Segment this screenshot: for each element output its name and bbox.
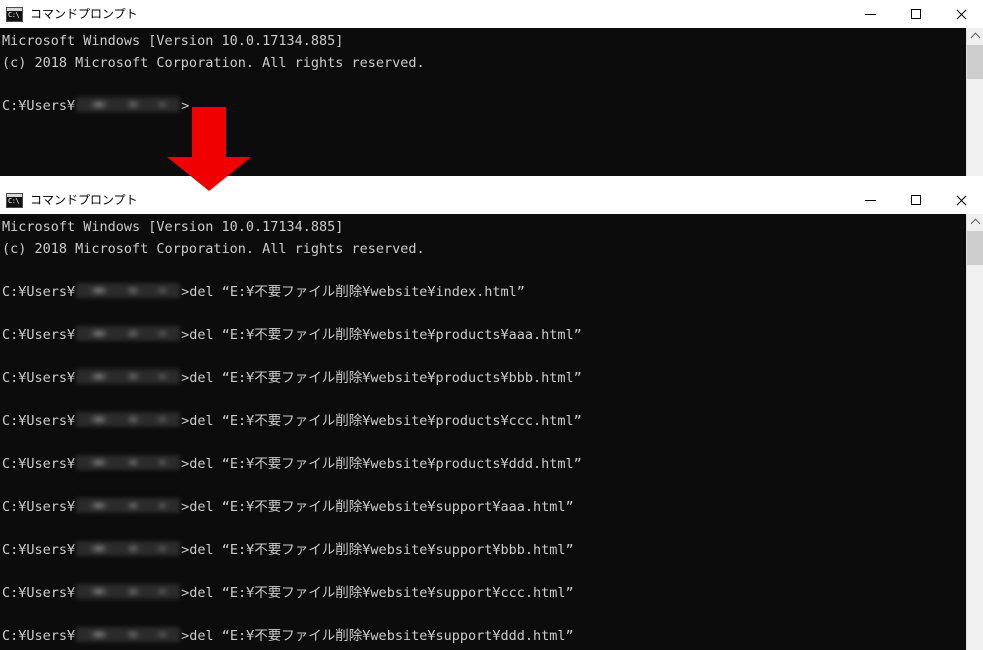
console-line: C:¥Users¥ >del “E:¥不要ファイル削除¥website¥produ… (2, 368, 965, 390)
maximize-button[interactable] (893, 0, 938, 28)
prompt-path: C:¥Users¥ (2, 369, 76, 386)
console-line: C:¥Users¥ >del “E:¥不要ファイル削除¥website¥suppo… (2, 583, 965, 605)
console-line: C:¥Users¥ >del “E:¥不要ファイル削除¥website¥suppo… (2, 626, 965, 648)
console-line: Microsoft Windows [Version 10.0.17134.88… (2, 219, 344, 235)
scrollbar-bottom[interactable] (966, 214, 983, 650)
prompt-path: C:¥Users¥ (2, 326, 76, 343)
redacted-username (76, 96, 181, 112)
console-command: >del “E:¥不要ファイル削除¥website¥support¥bbb.ht… (181, 541, 574, 558)
window-title: コマンドプロンプト (30, 193, 138, 207)
down-arrow-icon (167, 107, 251, 191)
console-command: >del “E:¥不要ファイル削除¥website¥index.html” (181, 283, 525, 300)
console-line: C:¥Users¥ >del “E:¥不要ファイル削除¥website¥suppo… (2, 497, 965, 519)
console-line: Microsoft Windows [Version 10.0.17134.88… (2, 33, 344, 49)
redacted-username (76, 325, 181, 341)
scrollbar-thumb[interactable] (967, 45, 983, 79)
window-title: コマンドプロンプト (30, 7, 138, 21)
close-button[interactable] (938, 186, 983, 214)
prompt-path: C:¥Users¥ (2, 627, 76, 644)
prompt-path: C:¥Users¥ (2, 97, 76, 114)
close-icon (954, 8, 967, 21)
minimize-button[interactable] (848, 186, 893, 214)
console-line: C:¥Users¥ >del “E:¥不要ファイル削除¥website¥produ… (2, 454, 965, 476)
console-area-bottom[interactable]: Microsoft Windows [Version 10.0.17134.88… (0, 214, 983, 650)
titlebar-left-top: C:\ コマンドプロンプト (0, 6, 138, 22)
console-line: (c) 2018 Microsoft Corporation. All righ… (2, 54, 425, 71)
prompt-path: C:¥Users¥ (2, 541, 76, 558)
close-button[interactable] (938, 0, 983, 28)
console-icon: C:\ (6, 192, 23, 208)
redacted-username (76, 368, 181, 384)
scrollbar-top[interactable] (966, 28, 983, 176)
chevron-up-icon (970, 32, 980, 43)
console-icon-label: C:\ (8, 196, 20, 205)
prompt-path: C:¥Users¥ (2, 412, 76, 429)
prompt-path: C:¥Users¥ (2, 455, 76, 472)
titlebar-bottom[interactable]: C:\ コマンドプロンプト (0, 186, 983, 214)
console-command: >del “E:¥不要ファイル削除¥website¥products¥ccc.h… (181, 412, 582, 429)
scroll-up-button[interactable] (967, 28, 983, 45)
scrollbar-thumb[interactable] (967, 231, 983, 265)
prompt-path: C:¥Users¥ (2, 283, 76, 300)
redacted-username (76, 583, 181, 599)
console-line: C:¥Users¥ >del “E:¥不要ファイル削除¥website¥suppo… (2, 540, 965, 562)
console-command: >del “E:¥不要ファイル削除¥website¥support¥ddd.ht… (181, 627, 574, 644)
console-command: >del “E:¥不要ファイル削除¥website¥products¥ddd.h… (181, 455, 582, 472)
console-area-top[interactable]: Microsoft Windows [Version 10.0.17134.88… (0, 28, 983, 176)
redacted-username (76, 454, 181, 470)
command-prompt-window-bottom: C:\ コマンドプロンプト Microsoft Windows [Version… (0, 186, 983, 650)
redacted-username (76, 626, 181, 642)
console-line: C:¥Users¥ >del “E:¥不要ファイル削除¥website¥produ… (2, 411, 965, 433)
redacted-username (76, 282, 181, 298)
titlebar-top[interactable]: C:\ コマンドプロンプト (0, 0, 983, 28)
command-prompt-window-top: C:\ コマンドプロンプト Microsoft Windows [Version… (0, 0, 983, 176)
console-command: >del “E:¥不要ファイル削除¥website¥products¥aaa.h… (181, 326, 582, 343)
minimize-icon (865, 199, 876, 201)
window-controls-bottom (848, 186, 983, 214)
prompt-path: C:¥Users¥ (2, 498, 76, 515)
console-output-bottom: Microsoft Windows [Version 10.0.17134.88… (2, 214, 965, 650)
maximize-icon (910, 9, 921, 19)
redacted-username (76, 540, 181, 556)
maximize-button[interactable] (893, 186, 938, 214)
chevron-up-icon (970, 218, 980, 229)
prompt-path: C:¥Users¥ (2, 584, 76, 601)
console-icon-label: C:\ (8, 10, 20, 19)
scroll-up-button[interactable] (967, 214, 983, 231)
maximize-icon (910, 195, 921, 205)
console-icon: C:\ (6, 6, 23, 22)
console-line: C:¥Users¥ > (2, 96, 965, 118)
titlebar-left-bottom: C:\ コマンドプロンプト (0, 192, 138, 208)
minimize-icon (865, 13, 876, 15)
minimize-button[interactable] (848, 0, 893, 28)
close-icon (954, 194, 967, 207)
redacted-username (76, 497, 181, 513)
console-command: >del “E:¥不要ファイル削除¥website¥support¥aaa.ht… (181, 498, 574, 515)
console-output-top: Microsoft Windows [Version 10.0.17134.88… (2, 28, 965, 117)
console-command: >del “E:¥不要ファイル削除¥website¥support¥ccc.ht… (181, 584, 574, 601)
console-command: >del “E:¥不要ファイル削除¥website¥products¥bbb.h… (181, 369, 582, 386)
redacted-username (76, 411, 181, 427)
console-line: C:¥Users¥ >del “E:¥不要ファイル削除¥website¥index… (2, 282, 965, 304)
console-line: C:¥Users¥ >del “E:¥不要ファイル削除¥website¥produ… (2, 325, 965, 347)
window-controls-top (848, 0, 983, 28)
window-gap (0, 176, 983, 186)
console-line: (c) 2018 Microsoft Corporation. All righ… (2, 240, 425, 257)
